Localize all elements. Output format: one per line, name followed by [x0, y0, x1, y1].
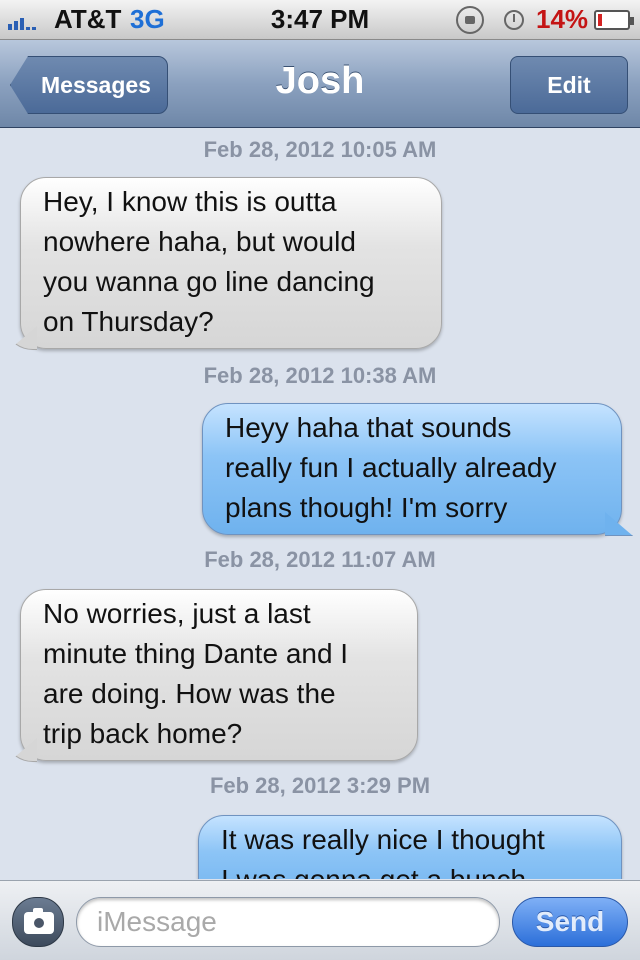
message-line: plans though! I'm sorry — [225, 492, 508, 523]
message-line: trip back home? — [43, 718, 243, 749]
message-line: really fun I actually already — [225, 452, 557, 483]
message-timestamp: Feb 28, 2012 10:38 AM — [203, 363, 437, 388]
message-line: I was gonna get a bunch — [221, 860, 599, 879]
sent-message-bubble[interactable]: Heyy haha that sounds really fun I actua… — [202, 403, 633, 536]
message-line: Heyy haha that sounds — [225, 412, 512, 443]
message-thread[interactable]: Feb 28, 2012 10:05 AM Hey, I know this i… — [0, 129, 640, 879]
message-timestamp: Feb 28, 2012 10:05 AM — [203, 137, 437, 162]
sent-message-bubble[interactable]: It was really nice I thought I was gonna… — [198, 815, 622, 879]
message-line: Hey, I know this is outta — [43, 186, 337, 217]
bubble-tail — [9, 326, 37, 350]
edit-button[interactable]: Edit — [510, 56, 628, 114]
camera-icon — [32, 916, 46, 930]
alarm-clock-icon — [504, 10, 524, 30]
received-message-bubble[interactable]: No worries, just a last minute thing Dan… — [9, 589, 418, 762]
battery-fill — [598, 14, 602, 26]
message-line: are doing. How was the — [43, 678, 336, 709]
navigation-bar: Messages Josh Edit — [0, 40, 640, 128]
battery-percent: 14% — [536, 4, 589, 34]
send-button[interactable]: Send — [512, 897, 628, 947]
message-line: you wanna go line dancing — [43, 266, 375, 297]
received-message-bubble[interactable]: Hey, I know this is outta nowhere haha, … — [9, 177, 442, 350]
message-line: minute thing Dante and I — [43, 638, 349, 669]
battery-icon — [594, 10, 634, 30]
camera-button[interactable] — [12, 897, 64, 947]
status-bar: AT&T 3G 3:47 PM 14% — [0, 0, 640, 40]
imessage-input[interactable] — [76, 897, 500, 947]
message-line: No worries, just a last — [43, 598, 311, 629]
compose-bar: Send — [0, 880, 640, 960]
message-timestamp: Feb 28, 2012 11:07 AM — [204, 547, 436, 572]
message-line: nowhere haha, but would — [43, 226, 356, 257]
message-timestamp: Feb 28, 2012 3:29 PM — [209, 773, 431, 798]
message-line: on Thursday? — [43, 306, 214, 337]
bubble-tail — [605, 512, 633, 536]
message-line: It was really nice I thought — [221, 824, 545, 855]
bubble-tail — [9, 738, 37, 762]
rotation-lock-icon — [456, 6, 484, 34]
